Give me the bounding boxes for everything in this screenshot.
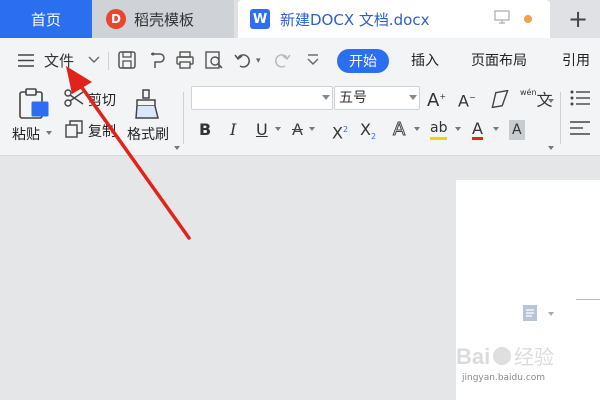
tab-start[interactable]: 开始	[337, 49, 389, 73]
text-effect-dropdown-icon[interactable]	[414, 127, 420, 131]
grow-font-button[interactable]: A+	[427, 87, 446, 111]
grow-font-label: A	[427, 90, 440, 111]
print-preview-icon[interactable]	[204, 50, 224, 70]
tab-bar: 首页 D 稻壳模板 W 新建DOCX 文档.docx +	[0, 0, 600, 38]
italic-button[interactable]: I	[230, 120, 236, 140]
eraser-icon[interactable]	[489, 90, 511, 108]
tab-template[interactable]: D 稻壳模板	[92, 0, 234, 38]
monitor-icon[interactable]	[494, 10, 510, 24]
tab-reference[interactable]: 引用	[562, 50, 590, 70]
add-tab-button[interactable]: +	[556, 0, 600, 38]
shrink-font-label: A	[458, 91, 469, 111]
highlight-button[interactable]: ab	[430, 120, 448, 140]
superscript-base: X	[332, 123, 343, 143]
font-color-button[interactable]: A	[472, 120, 483, 140]
superscript-mark: 2	[342, 125, 349, 134]
hamburger-icon	[18, 53, 34, 67]
bullet-list-icon[interactable]	[570, 90, 590, 106]
print-icon[interactable]	[175, 50, 195, 70]
superscript-button[interactable]: X2	[332, 120, 348, 143]
svg-text:Bai: Bai	[456, 344, 490, 369]
menu-bar: 文件 ▾ 开始 插入 页面布局 引用	[0, 38, 600, 82]
page-margin-line	[576, 299, 600, 300]
format-painter-button[interactable]: 格式刷	[127, 124, 169, 144]
tab-home[interactable]: 首页	[0, 0, 92, 38]
docer-logo-icon: D	[106, 9, 126, 29]
font-color-dropdown-icon[interactable]	[493, 127, 499, 131]
subscript-base: X	[360, 120, 371, 139]
bold-button[interactable]: B	[199, 120, 211, 140]
unsaved-dot-icon	[524, 15, 532, 23]
undo-icon[interactable]	[233, 50, 253, 70]
strikethrough-button[interactable]: A	[292, 120, 303, 140]
font-family-value	[192, 91, 196, 106]
highlight-dropdown-icon[interactable]	[455, 127, 461, 131]
font-family-select[interactable]	[191, 86, 333, 110]
underline-button[interactable]: U	[256, 120, 268, 140]
divider	[108, 52, 109, 70]
font-size-value: 五号	[339, 90, 367, 106]
watermark-url: jingyan.baidu.com	[462, 373, 546, 383]
tab-page-layout[interactable]: 页面布局	[471, 50, 527, 70]
copy-icon	[65, 120, 83, 138]
redo-icon[interactable]	[272, 50, 292, 70]
phonetic-mark: wén	[520, 88, 537, 97]
page-layout-dropdown-icon[interactable]	[548, 312, 554, 316]
page-layout-icon[interactable]	[522, 304, 538, 322]
scissors-icon	[64, 89, 84, 107]
divider	[183, 92, 184, 144]
divider	[560, 92, 561, 144]
format-painter-icon[interactable]	[134, 88, 164, 120]
tab-document-label: 新建DOCX 文档.docx	[280, 10, 430, 29]
ribbon-toolbar: 粘贴 剪切 复制 格式刷 五号 A+ A− wén文 B I U A X2 X2…	[0, 82, 600, 156]
file-menu-button[interactable]: 文件	[18, 50, 100, 70]
text-effect-button[interactable]: A	[392, 119, 405, 140]
phonetic-dropdown-icon[interactable]	[548, 99, 554, 103]
subscript-button[interactable]: X2	[360, 120, 376, 147]
tab-insert[interactable]: 插入	[411, 50, 439, 70]
save-icon[interactable]	[117, 50, 137, 70]
subscript-mark: 2	[370, 132, 377, 142]
tab-template-label: 稻壳模板	[134, 10, 195, 29]
output-pdf-icon[interactable]	[147, 50, 167, 70]
shrink-font-button[interactable]: A−	[458, 88, 476, 111]
undo-dropdown-icon[interactable]: ▾	[256, 56, 261, 66]
char-shading-button[interactable]: A	[509, 120, 525, 140]
strikethrough-dropdown-icon[interactable]	[309, 127, 315, 131]
file-menu-label: 文件	[44, 51, 75, 70]
svg-text:经验: 经验	[514, 345, 554, 369]
font-size-select[interactable]: 五号	[334, 86, 420, 110]
chevron-down-icon	[409, 95, 417, 100]
font-launcher-icon[interactable]	[548, 146, 554, 150]
underline-dropdown-icon[interactable]	[275, 127, 281, 131]
paste-icon[interactable]	[17, 88, 51, 120]
word-doc-icon: W	[250, 9, 270, 29]
copy-button[interactable]: 复制	[88, 121, 116, 141]
align-left-icon[interactable]	[570, 120, 590, 136]
chevron-down-icon	[88, 56, 100, 63]
paste-dropdown-icon[interactable]	[46, 131, 52, 135]
paste-button[interactable]: 粘贴	[12, 124, 40, 144]
tab-home-label: 首页	[30, 10, 61, 29]
chevron-down-icon	[322, 95, 330, 100]
clipboard-launcher-icon[interactable]	[174, 146, 180, 150]
cut-button[interactable]: 剪切	[88, 90, 116, 110]
more-quick-access-icon[interactable]	[303, 50, 323, 70]
